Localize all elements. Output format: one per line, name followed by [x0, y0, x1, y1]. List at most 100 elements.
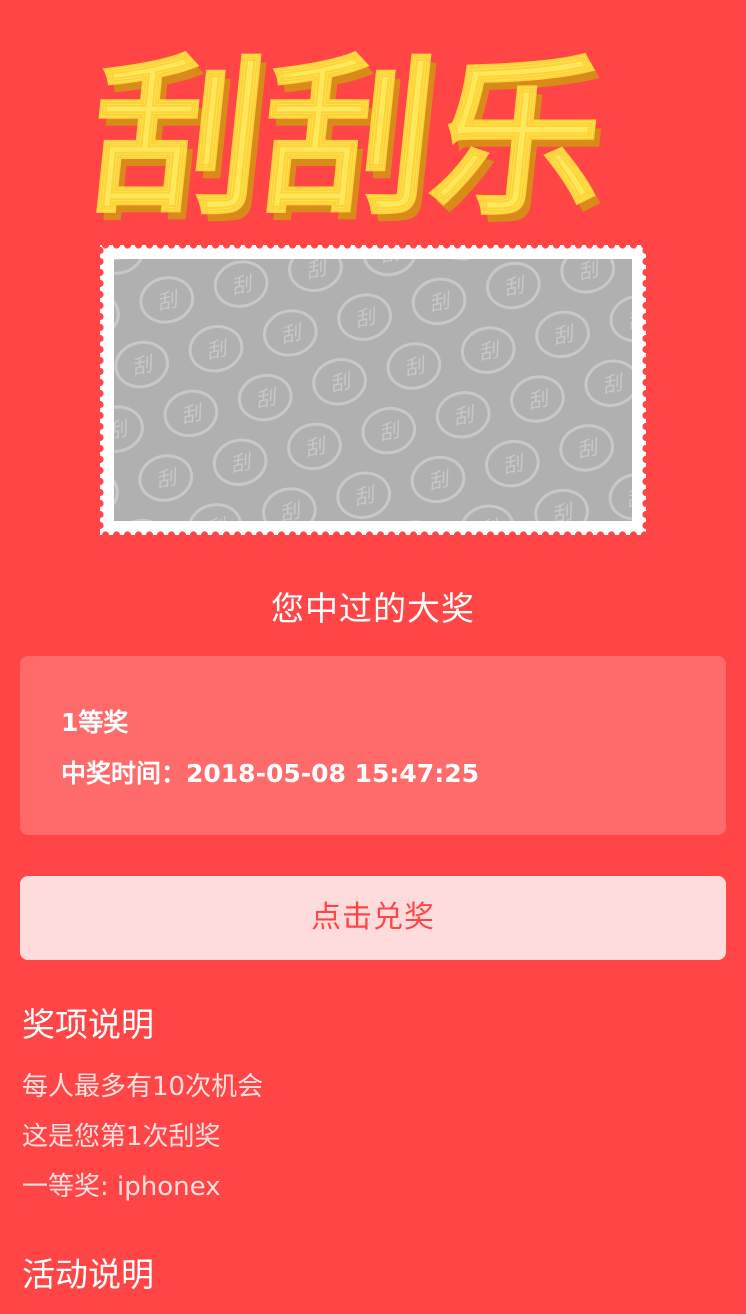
perforation-hole [112, 245, 121, 249]
perforation-hole [310, 245, 319, 249]
perforation-hole [354, 245, 363, 249]
pattern-glyph: 刮 [353, 304, 380, 332]
pattern-glyph: 刮 [302, 433, 329, 461]
perforation-hole [519, 245, 528, 249]
pattern-ring [114, 470, 119, 518]
prize-rule-line: 这是您第1次刮奖 [22, 1122, 221, 1152]
perforation-hole [100, 433, 104, 442]
perforation-hole [563, 531, 572, 535]
perforation-hole [629, 245, 638, 249]
perforation-hole [453, 531, 462, 535]
perforation-hole [642, 323, 646, 332]
activity-rules-title: 活动说明 [22, 1255, 154, 1294]
pattern-glyph: 刮 [426, 466, 453, 494]
perforation-hole [100, 334, 104, 343]
perforation-hole [642, 477, 646, 486]
pattern-glyph: 刮 [575, 434, 602, 462]
pattern-glyph: 刮 [352, 482, 379, 510]
perforation-hole [541, 531, 550, 535]
perforation-hole [233, 245, 242, 249]
perforation-hole [618, 531, 627, 535]
perforation-hole [233, 531, 242, 535]
perforation-hole [642, 334, 646, 343]
perforation-hole [100, 279, 104, 288]
perforation-hole [642, 268, 646, 277]
perforation-hole [100, 257, 104, 266]
scratch-lottery-logo: 刮刮乐 刮刮乐 [95, 40, 620, 228]
perforation-hole [486, 245, 495, 249]
perforation-hole [642, 389, 646, 398]
perforation-hole [321, 245, 330, 249]
pattern-glyph: 刮 [475, 515, 502, 521]
perforation-hole [642, 356, 646, 365]
pattern-glyph: 刮 [551, 321, 578, 349]
perforation-hole [167, 531, 176, 535]
perforation-hole [642, 521, 646, 530]
perforation-hole [100, 488, 104, 497]
perforation-hole [100, 323, 104, 332]
perforation-hole [134, 245, 143, 249]
perforation-hole [376, 245, 385, 249]
pattern-glyph: 刮 [303, 259, 330, 283]
perforation-hole [607, 531, 616, 535]
pattern-glyph: 刮 [451, 401, 478, 429]
pattern-glyph: 刮 [203, 513, 230, 521]
pattern-glyph: 刮 [130, 351, 157, 379]
redeem-button[interactable]: 点击兑奖 [20, 876, 726, 960]
perforation-hole [420, 531, 429, 535]
perforation-hole [100, 356, 104, 365]
perforation-hole [642, 312, 646, 321]
perforation-hole [200, 245, 209, 249]
perforation-hole [200, 531, 209, 535]
perforation-hole [100, 521, 104, 530]
perforation-hole [100, 422, 104, 431]
perforation-hole [100, 246, 104, 255]
perforation-hole [607, 245, 616, 249]
perforation-hole [100, 455, 104, 464]
perforation-hole [100, 378, 104, 387]
perforation-hole [365, 245, 374, 249]
perforation-hole [497, 245, 506, 249]
pattern-glyph: 刮 [550, 499, 577, 521]
perforation-hole [442, 531, 451, 535]
pattern-glyph: 刮 [114, 416, 132, 444]
perforation-hole [255, 245, 264, 249]
perforation-hole [100, 290, 104, 299]
perforation-hole [100, 477, 104, 486]
scratch-area[interactable]: 刮刮刮刮刮刮刮刮刮刮刮刮刮刮刮刮刮刮刮刮刮刮刮刮刮刮刮刮刮刮刮刮刮刮刮刮刮刮刮刮… [114, 259, 632, 521]
perforation-hole [211, 245, 220, 249]
perforation-hole [574, 245, 583, 249]
perforation-hole [178, 245, 187, 249]
pattern-glyph: 刮 [154, 465, 181, 493]
pattern-glyph: 刮 [500, 450, 527, 478]
perforation-hole [211, 531, 220, 535]
perforation-hole [642, 367, 646, 376]
perforation-hole [123, 531, 132, 535]
perforation-hole [420, 245, 429, 249]
perforation-hole [431, 245, 440, 249]
pattern-glyph: 刮 [253, 384, 280, 412]
perforation-hole [299, 531, 308, 535]
perforation-hole [156, 531, 165, 535]
perforation-hole [596, 245, 605, 249]
perforation-hole [642, 466, 646, 475]
pattern-glyph: 刮 [378, 259, 405, 267]
perforation-hole [497, 531, 506, 535]
perforation-hole [145, 531, 154, 535]
pattern-ring [162, 259, 222, 262]
perforation-hole [332, 245, 341, 249]
perforation-hole [409, 531, 418, 535]
winners-title: 您中过的大奖 [271, 589, 475, 628]
pattern-glyph: 刮 [427, 288, 454, 316]
pattern-ring [114, 292, 120, 340]
perforation-hole [156, 245, 165, 249]
perforation-hole [134, 531, 143, 535]
perforation-hole [508, 531, 517, 535]
perforation-hole [642, 246, 646, 255]
perforation-hole [596, 531, 605, 535]
perforation-hole [398, 531, 407, 535]
pattern-glyph: 刮 [204, 335, 231, 363]
perforation-hole [585, 531, 594, 535]
prize-rule-line: 一等奖: iphonex [22, 1172, 221, 1202]
perforation-hole [642, 257, 646, 266]
